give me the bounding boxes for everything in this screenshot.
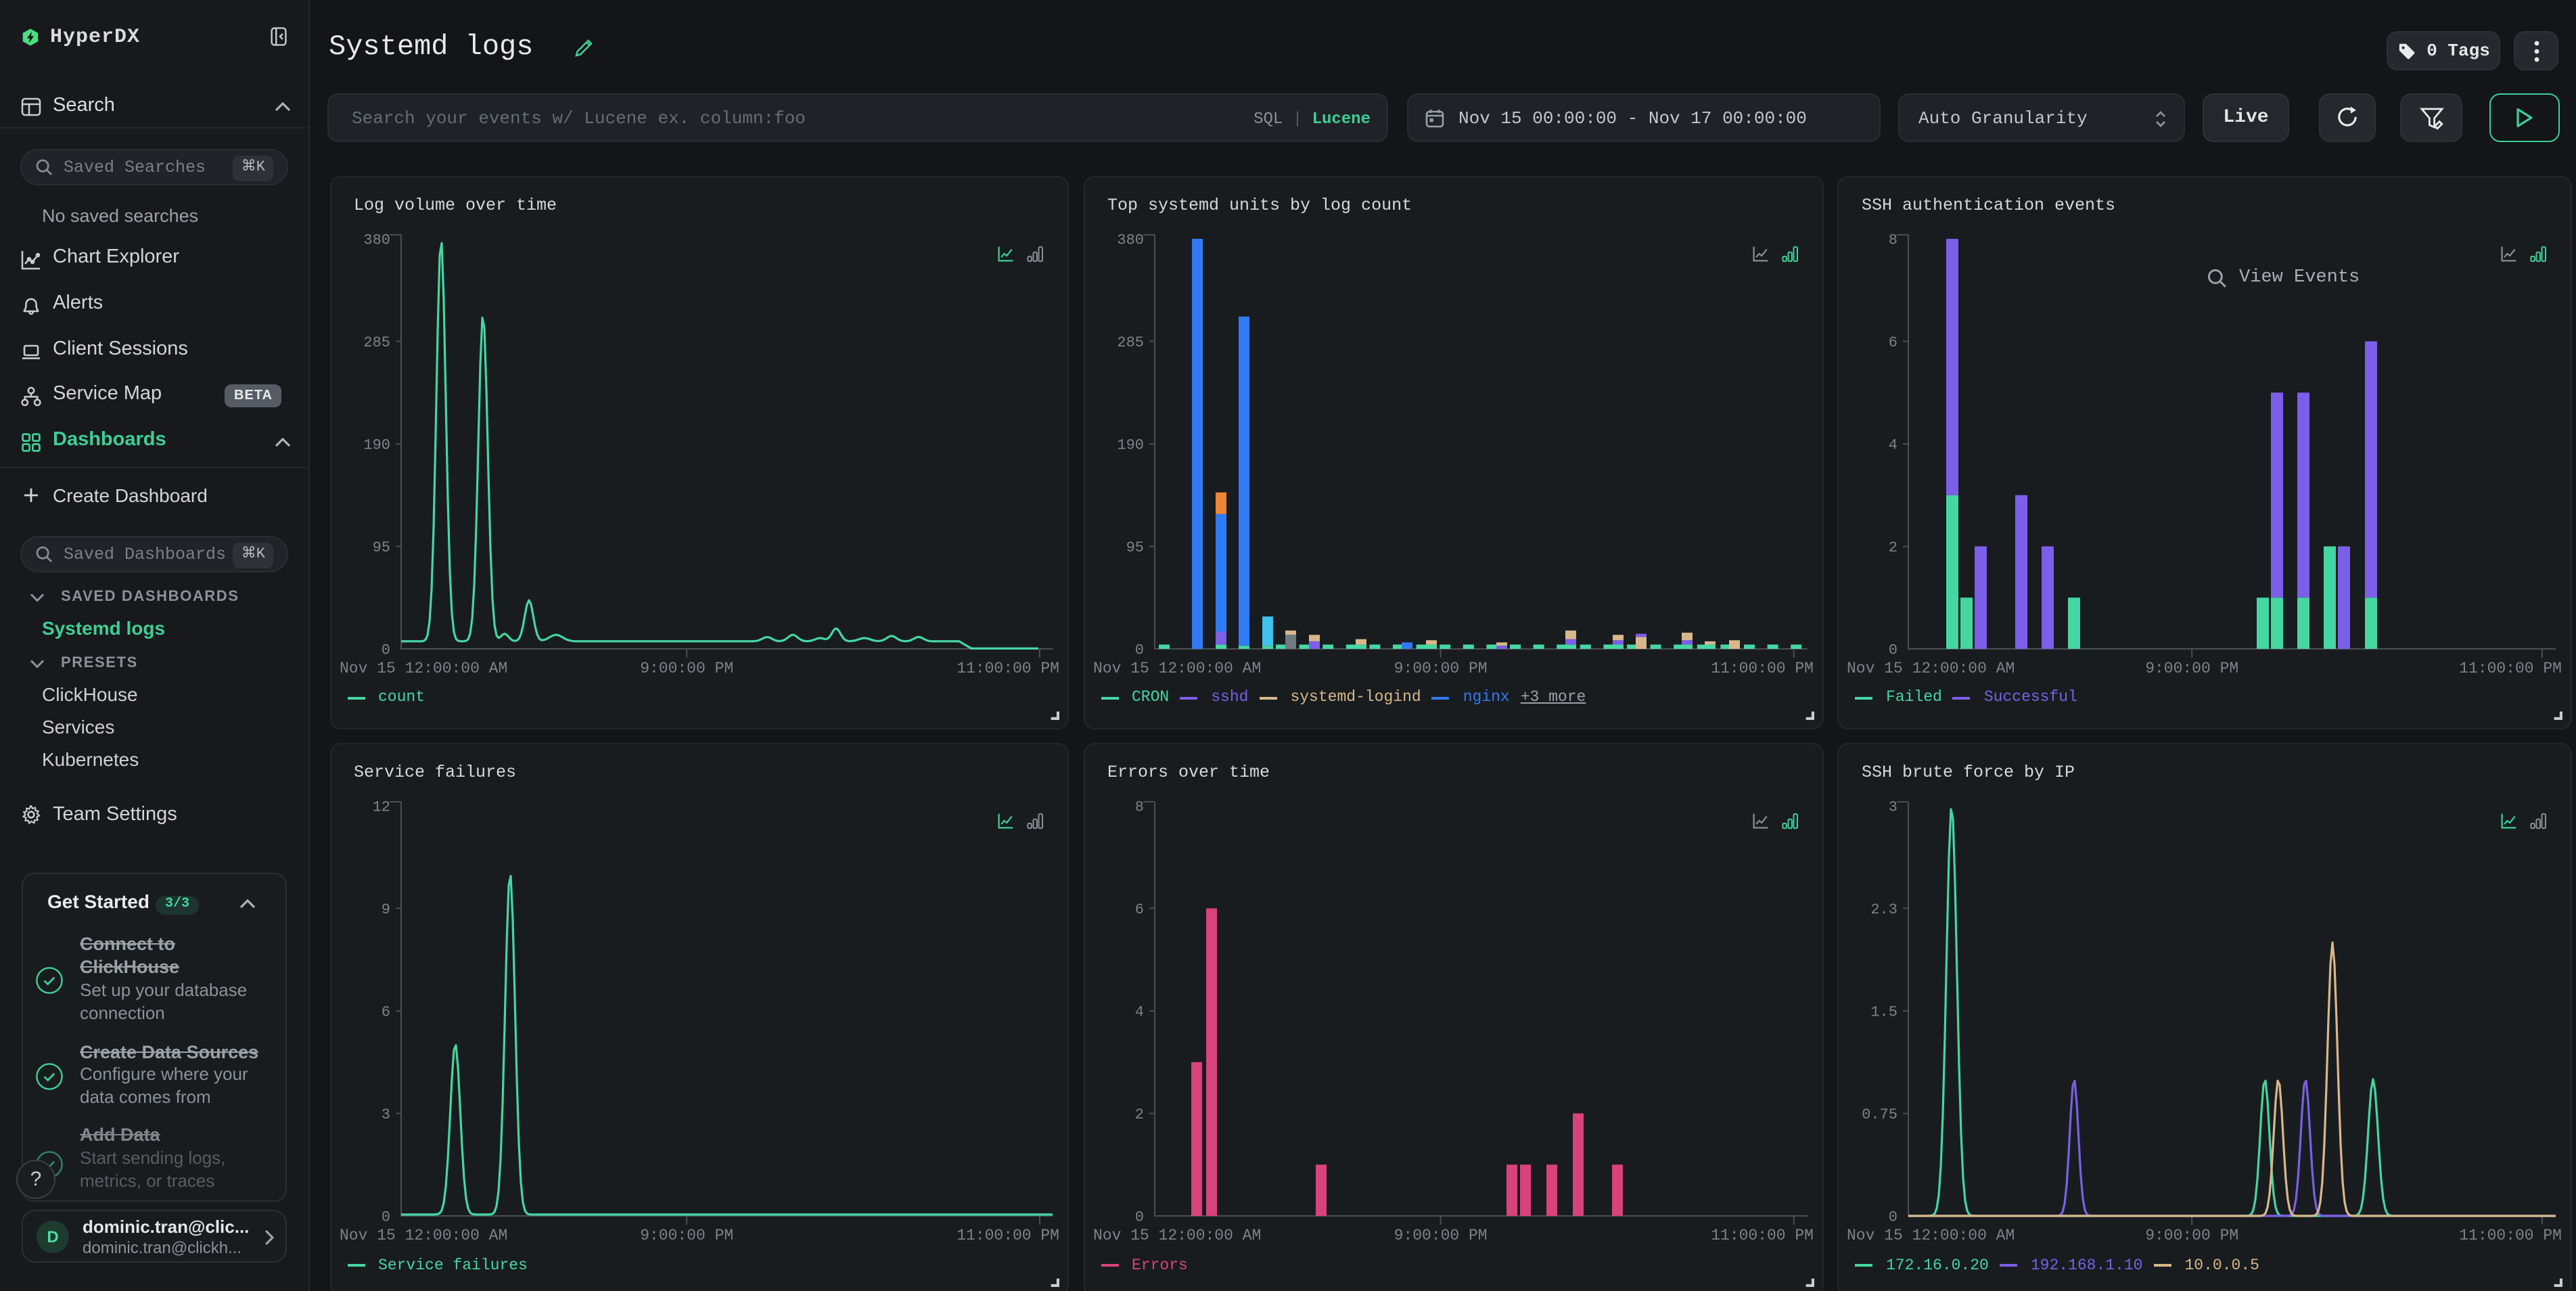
svg-text:12: 12 (372, 799, 390, 816)
svg-text:9: 9 (381, 902, 390, 919)
svg-text:Nov 15 12:00:00 AM: Nov 15 12:00:00 AM (1092, 659, 1260, 677)
svg-text:3: 3 (381, 1106, 390, 1123)
svg-text:11:00:00 PM: 11:00:00 PM (2459, 1227, 2562, 1245)
svg-text:6: 6 (381, 1004, 390, 1021)
svg-text:Nov 15 12:00:00 AM: Nov 15 12:00:00 AM (1847, 659, 2015, 677)
svg-text:285: 285 (1116, 334, 1143, 350)
svg-text:6: 6 (1134, 902, 1143, 919)
svg-text:95: 95 (1126, 539, 1143, 556)
svg-text:3: 3 (1889, 799, 1898, 816)
svg-text:8: 8 (1134, 799, 1143, 816)
svg-text:Nov 15 12:00:00 AM: Nov 15 12:00:00 AM (1847, 1227, 2015, 1245)
svg-text:0: 0 (381, 641, 390, 658)
svg-text:11:00:00 PM: 11:00:00 PM (956, 659, 1059, 677)
svg-text:1.5: 1.5 (1870, 1004, 1898, 1021)
svg-text:Nov 15 12:00:00 AM: Nov 15 12:00:00 AM (1092, 1227, 1260, 1245)
svg-text:9:00:00 PM: 9:00:00 PM (1394, 1227, 1487, 1245)
svg-text:0.75: 0.75 (1862, 1106, 1898, 1123)
svg-text:190: 190 (363, 436, 390, 453)
svg-text:8: 8 (1889, 231, 1898, 248)
svg-text:6: 6 (1889, 334, 1898, 350)
svg-text:0: 0 (1134, 641, 1143, 658)
svg-text:11:00:00 PM: 11:00:00 PM (1710, 659, 1813, 677)
svg-text:11:00:00 PM: 11:00:00 PM (1710, 1227, 1813, 1245)
svg-text:0: 0 (381, 1209, 390, 1226)
svg-text:95: 95 (372, 539, 390, 556)
svg-text:285: 285 (363, 334, 390, 350)
svg-text:11:00:00 PM: 11:00:00 PM (2459, 659, 2562, 677)
svg-text:11:00:00 PM: 11:00:00 PM (956, 1227, 1059, 1245)
svg-text:0: 0 (1889, 1209, 1898, 1226)
svg-text:2: 2 (1134, 1106, 1143, 1123)
svg-text:2.3: 2.3 (1870, 902, 1898, 919)
svg-text:Nov 15 12:00:00 AM: Nov 15 12:00:00 AM (339, 1227, 507, 1245)
svg-text:9:00:00 PM: 9:00:00 PM (1394, 659, 1487, 677)
svg-text:9:00:00 PM: 9:00:00 PM (2145, 659, 2238, 677)
svg-text:9:00:00 PM: 9:00:00 PM (2145, 1227, 2238, 1245)
svg-text:9:00:00 PM: 9:00:00 PM (639, 659, 733, 677)
svg-text:380: 380 (363, 231, 390, 248)
svg-text:9:00:00 PM: 9:00:00 PM (639, 1227, 733, 1245)
svg-text:0: 0 (1134, 1209, 1143, 1226)
svg-text:4: 4 (1134, 1004, 1143, 1021)
svg-text:190: 190 (1116, 436, 1143, 453)
svg-text:0: 0 (1889, 641, 1898, 658)
svg-text:380: 380 (1116, 231, 1143, 248)
svg-text:Nov 15 12:00:00 AM: Nov 15 12:00:00 AM (339, 659, 507, 677)
svg-text:4: 4 (1889, 436, 1898, 453)
svg-text:2: 2 (1889, 539, 1898, 556)
